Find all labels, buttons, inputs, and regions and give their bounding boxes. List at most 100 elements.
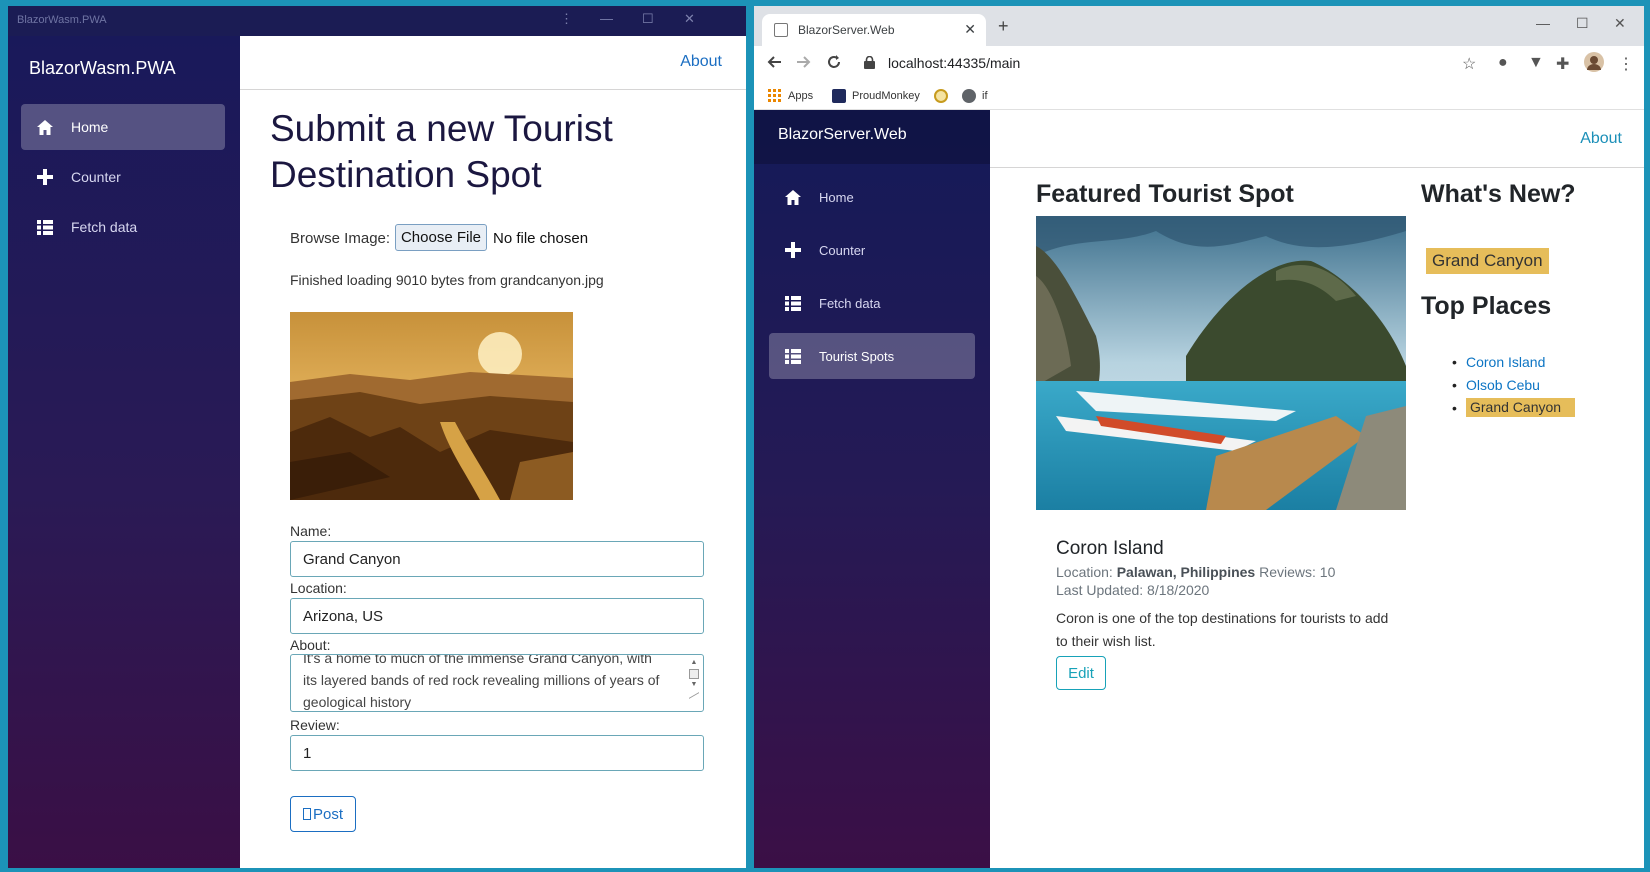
spot-location-line: Location: Palawan, Philippines Reviews: … [1056, 564, 1335, 580]
location-input[interactable]: Arizona, US [290, 598, 704, 634]
grand-canyon-preview-image [290, 312, 573, 500]
top-place-link[interactable]: Olsob Cebu [1466, 377, 1540, 393]
featured-heading: Featured Tourist Spot [1036, 180, 1294, 208]
whats-new-item[interactable]: Grand Canyon [1426, 248, 1549, 274]
vue-extension-icon[interactable]: ▼ [1528, 54, 1544, 72]
bookmarks-bar: Apps ProudMonkey if [754, 82, 1644, 110]
location-label: Location: [290, 580, 347, 596]
browser-menu-icon[interactable]: ⋮ [1618, 54, 1634, 74]
about-link[interactable]: About [680, 53, 722, 71]
bookmark-badge[interactable] [934, 89, 954, 103]
browser-tabstrip: BlazorServer.Web ✕ + — ☐ ✕ [754, 6, 1644, 46]
coron-island-image [1036, 216, 1406, 510]
top-place-link[interactable]: Grand Canyon [1466, 398, 1576, 417]
about-textarea[interactable]: It's a home to much of the immense Grand… [290, 654, 704, 712]
profile-avatar[interactable] [1584, 52, 1604, 77]
close-icon[interactable]: ✕ [684, 11, 695, 27]
loading-status: Finished loading 9010 bytes from grandca… [290, 272, 604, 288]
home-icon [783, 188, 803, 206]
review-input[interactable]: 1 [290, 735, 704, 771]
sidebar-item-counter[interactable]: Counter [769, 227, 975, 273]
back-icon[interactable] [766, 54, 782, 75]
server-main: About Featured Tourist Spot Coron Island… [990, 110, 1644, 868]
proudmonkey-icon [832, 89, 846, 103]
list-icon [35, 218, 55, 236]
bookmark-star-icon[interactable]: ☆ [1462, 54, 1476, 74]
server-brand[interactable]: BlazorServer.Web [778, 126, 907, 144]
post-button[interactable]: Post [290, 796, 356, 832]
edit-button[interactable]: Edit [1056, 656, 1106, 690]
more-menu-icon[interactable]: ⋮ [560, 11, 573, 27]
sidebar-item-label: Fetch data [819, 295, 881, 311]
pwa-topbar: About [240, 36, 746, 90]
pwa-titlebar: BlazorWasm.PWA ⋮ — ☐ ✕ [8, 6, 746, 36]
name-label: Name: [290, 523, 332, 539]
choose-file-button[interactable]: Choose File [395, 224, 487, 251]
lock-icon [864, 55, 875, 74]
server-sidebar: BlazorServer.Web Home Counter Fetch data… [754, 110, 990, 868]
list-item[interactable]: Coron Island [1450, 350, 1575, 373]
close-tab-icon[interactable]: ✕ [964, 21, 976, 38]
list-icon [783, 347, 803, 365]
sidebar-item-label: Fetch data [71, 219, 138, 235]
sidebar-item-home[interactable]: Home [769, 174, 975, 220]
list-icon [783, 294, 803, 312]
sidebar-item-label: Counter [71, 169, 121, 185]
server-topbar: About [990, 110, 1644, 168]
bookmark-label: ProudMonkey [852, 90, 920, 102]
pwa-brand[interactable]: BlazorWasm.PWA [29, 58, 176, 79]
spot-name: Coron Island [1056, 538, 1164, 559]
sidebar-item-tourist-spots[interactable]: Tourist Spots [769, 333, 975, 379]
minimize-icon[interactable]: — [600, 11, 613, 26]
apps-grid-icon [768, 89, 782, 103]
top-places-heading: Top Places [1421, 292, 1552, 320]
pwa-main: About Submit a new Tourist Destination S… [240, 36, 746, 868]
review-label: Review: [290, 717, 340, 733]
sidebar-item-label: Home [819, 189, 854, 205]
close-icon[interactable]: ✕ [1614, 15, 1626, 32]
list-item[interactable]: Olsob Cebu [1450, 373, 1575, 396]
address-bar[interactable]: localhost:44335/main [888, 55, 1020, 71]
sidebar-item-label: Tourist Spots [819, 348, 895, 364]
reviews-count: Reviews: 10 [1259, 564, 1336, 580]
server-brand-bar: BlazorServer.Web [754, 110, 990, 164]
pwa-window: BlazorWasm.PWA ⋮ — ☐ ✕ BlazorWasm.PWA Ho… [8, 6, 746, 868]
browser-window: BlazorServer.Web ✕ + — ☐ ✕ localhost:443… [754, 6, 1644, 868]
spot-description: Coron is one of the top destinations for… [1056, 610, 1389, 649]
top-places-list: Coron Island Olsob Cebu Grand Canyon [1450, 350, 1576, 419]
about-text: It's a home to much of the immense Grand… [303, 654, 660, 710]
maximize-icon[interactable]: ☐ [642, 11, 654, 27]
bookmark-proudmonkey[interactable]: ProudMonkey [832, 89, 920, 103]
maximize-icon[interactable]: ☐ [1576, 15, 1589, 32]
textarea-scrollbar[interactable]: ▲ ▼ [689, 659, 699, 709]
sidebar-item-counter[interactable]: Counter [21, 154, 225, 200]
plus-icon [783, 241, 803, 259]
reload-icon[interactable] [826, 54, 842, 75]
browser-tab[interactable]: BlazorServer.Web ✕ [762, 14, 986, 46]
sidebar-item-home[interactable]: Home [21, 104, 225, 150]
location-value: Palawan, Philippines [1116, 564, 1256, 580]
bookmark-if[interactable]: if [962, 89, 988, 103]
new-tab-icon[interactable]: + [998, 16, 1009, 37]
list-item[interactable]: Grand Canyon [1450, 396, 1576, 419]
post-icon [302, 808, 311, 820]
pwa-window-title: BlazorWasm.PWA [17, 14, 107, 26]
home-icon [35, 118, 55, 136]
sidebar-item-label: Home [71, 119, 109, 135]
bookmark-label: if [982, 90, 988, 102]
top-place-link[interactable]: Coron Island [1466, 354, 1545, 370]
extension-circle-icon[interactable]: ● [1498, 54, 1508, 72]
about-link[interactable]: About [1580, 130, 1622, 148]
sidebar-item-fetch-data[interactable]: Fetch data [21, 204, 225, 250]
sidebar-item-fetch-data[interactable]: Fetch data [769, 280, 975, 326]
bookmark-label: Apps [788, 90, 814, 102]
no-file-text: No file chosen [493, 230, 589, 247]
name-input[interactable]: Grand Canyon [290, 541, 704, 577]
minimize-icon[interactable]: — [1536, 15, 1550, 31]
forward-icon[interactable] [796, 54, 812, 75]
tab-title: BlazorServer.Web [798, 23, 895, 37]
sidebar-item-label: Counter [819, 242, 866, 258]
extensions-puzzle-icon[interactable]: ✚ [1556, 54, 1569, 74]
location-label: Location: [1056, 564, 1113, 580]
bookmark-apps[interactable]: Apps [768, 89, 813, 103]
